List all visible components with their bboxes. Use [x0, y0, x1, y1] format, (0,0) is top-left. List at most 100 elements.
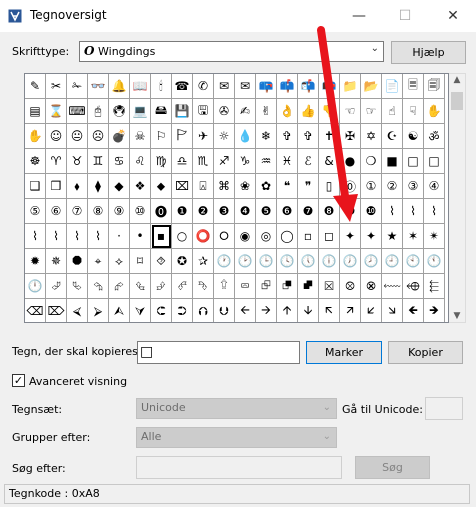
glyph-cell[interactable]: 🕔: [298, 249, 319, 274]
glyph-cell[interactable]: 🖰: [88, 99, 109, 124]
glyph-cell[interactable]: 🕑: [235, 249, 256, 274]
glyph-cell[interactable]: ⬱: [424, 274, 445, 299]
glyph-cell[interactable]: ⓪: [340, 174, 361, 199]
copy-button[interactable]: Kopier: [388, 341, 463, 364]
glyph-cell[interactable]: ❶: [172, 199, 193, 224]
glyph-cell[interactable]: 🕙: [403, 249, 424, 274]
glyph-cell[interactable]: ⌇: [403, 199, 424, 224]
glyph-cell[interactable]: 🕖: [340, 249, 361, 274]
glyph-cell[interactable]: 🕒: [256, 249, 277, 274]
glyph-cell[interactable]: ❼: [298, 199, 319, 224]
glyph-cell[interactable]: ✇: [214, 99, 235, 124]
glyph-cell[interactable]: 🕚: [424, 249, 445, 274]
glyph-cell[interactable]: ⑧: [88, 199, 109, 224]
glyph-cell[interactable]: ⬥: [151, 174, 172, 199]
glyph-cell[interactable]: 👍: [298, 99, 319, 124]
glyph-cell[interactable]: ♋: [109, 149, 130, 174]
glyph-cell[interactable]: 🕯: [151, 74, 172, 99]
glyph-cell[interactable]: &: [319, 149, 340, 174]
glyph-cell[interactable]: ☯: [403, 124, 424, 149]
glyph-cell[interactable]: ⭕: [193, 224, 214, 249]
glyph-cell[interactable]: ⬧: [67, 174, 88, 199]
glyph-cell[interactable]: 📭: [319, 74, 340, 99]
glyph-cell[interactable]: ✦: [340, 224, 361, 249]
glyph-cell[interactable]: 🖴: [151, 99, 172, 124]
glyph-cell[interactable]: ❸: [214, 199, 235, 224]
glyph-cell[interactable]: ♍: [151, 149, 172, 174]
glyph-cell[interactable]: 🕓: [277, 249, 298, 274]
glyph-cell[interactable]: ⮲: [88, 274, 109, 299]
glyph-cell[interactable]: 💻: [130, 99, 151, 124]
glyph-cell[interactable]: ▪: [151, 224, 172, 249]
glyph-cell[interactable]: 🗐: [424, 74, 445, 99]
glyph-cell[interactable]: ⮈: [151, 299, 172, 322]
glyph-cell[interactable]: ⮿: [361, 274, 382, 299]
glyph-cell[interactable]: ⮉: [193, 299, 214, 322]
glyph-cell[interactable]: ❖: [130, 174, 151, 199]
glyph-cell[interactable]: ✁: [67, 74, 88, 99]
character-grid[interactable]: ✎ ✂ ✁ 👓 🔔 📖 🕯 ☎ ✆ ✉ ✉ 📪 📫 📬 📭 📁 📂 📄 🗏 🗐 ▤ ⌛ ⌨ 🖰 🖲 💻 🖴 💾 🖫 ✇ ✍ ✌ 👌 👍 👎 ☜ ☞ ☝ ☟ ✋…: [24, 73, 449, 323]
glyph-cell[interactable]: 🗏: [403, 74, 424, 99]
glyph-cell[interactable]: ④: [424, 174, 445, 199]
maximize-button[interactable]: ☐: [382, 0, 428, 32]
glyph-cell[interactable]: ✰: [193, 249, 214, 274]
glyph-cell[interactable]: ◆: [109, 174, 130, 199]
glyph-cell[interactable]: ✉: [235, 74, 256, 99]
glyph-cell[interactable]: ◻: [319, 224, 340, 249]
glyph-cell[interactable]: ▤: [25, 99, 46, 124]
glyph-cell[interactable]: ✌: [256, 99, 277, 124]
glyph-grid[interactable]: ✎ ✂ ✁ 👓 🔔 📖 🕯 ☎ ✆ ✉ ✉ 📪 📫 📬 📭 📁 📂 📄 🗏 🗐 ▤ ⌛ ⌨ 🖰 🖲 💻 🖴 💾 🖫 ✇ ✍ ✌ 👌 👍 👎 ☜ ☞ ☝ ☟ ✋…: [25, 74, 445, 322]
glyph-cell[interactable]: ⑤: [25, 199, 46, 224]
glyph-cell[interactable]: ⮊: [172, 299, 193, 322]
charset-select[interactable]: Unicode ⌄: [136, 398, 337, 419]
glyph-cell[interactable]: ❑: [25, 174, 46, 199]
glyph-cell[interactable]: ①: [361, 174, 382, 199]
glyph-cell[interactable]: ❾: [340, 199, 361, 224]
glyph-cell[interactable]: ✂: [46, 74, 67, 99]
glyph-cell[interactable]: ■: [382, 149, 403, 174]
glyph-cell[interactable]: ✞: [298, 124, 319, 149]
glyph-cell[interactable]: 🡩: [277, 299, 298, 322]
goto-unicode-input[interactable]: [425, 397, 463, 420]
minimize-button[interactable]: —: [336, 0, 382, 32]
grid-scrollbar[interactable]: ▲ ▼: [449, 73, 466, 323]
glyph-cell[interactable]: 🡨: [235, 299, 256, 322]
glyph-cell[interactable]: ⚐: [151, 124, 172, 149]
glyph-cell[interactable]: ⮽: [319, 274, 340, 299]
glyph-cell[interactable]: ⑩: [130, 199, 151, 224]
glyph-cell[interactable]: ⬲: [403, 274, 424, 299]
glyph-cell[interactable]: 💣: [109, 124, 130, 149]
glyph-cell[interactable]: ❀: [235, 174, 256, 199]
glyph-cell[interactable]: ✹: [25, 249, 46, 274]
glyph-cell[interactable]: ☝: [382, 99, 403, 124]
glyph-cell[interactable]: ⟡: [109, 249, 130, 274]
glyph-cell[interactable]: ☺: [46, 124, 67, 149]
search-button[interactable]: Søg: [355, 456, 430, 479]
glyph-cell[interactable]: ⌇: [25, 224, 46, 249]
glyph-cell[interactable]: □: [403, 149, 424, 174]
glyph-cell[interactable]: ✝: [319, 124, 340, 149]
glyph-cell[interactable]: ⌇: [424, 199, 445, 224]
help-button[interactable]: Hjælp: [391, 41, 466, 64]
glyph-cell[interactable]: ♎: [172, 149, 193, 174]
glyph-cell[interactable]: 🕐: [214, 249, 235, 274]
glyph-cell[interactable]: ✍: [235, 99, 256, 124]
search-input[interactable]: [136, 456, 342, 479]
glyph-cell[interactable]: 🔔: [109, 74, 130, 99]
glyph-cell[interactable]: ❹: [235, 199, 256, 224]
glyph-cell[interactable]: ✿: [256, 174, 277, 199]
glyph-cell[interactable]: ⌑: [130, 249, 151, 274]
glyph-cell[interactable]: ⮴: [130, 274, 151, 299]
glyph-cell[interactable]: 📫: [277, 74, 298, 99]
glyph-cell[interactable]: ☜: [340, 99, 361, 124]
glyph-cell[interactable]: ❞: [298, 174, 319, 199]
glyph-cell[interactable]: 📖: [130, 74, 151, 99]
glyph-cell[interactable]: ⮳: [109, 274, 130, 299]
glyph-cell[interactable]: ⌫: [25, 299, 46, 322]
glyph-cell[interactable]: ·: [109, 224, 130, 249]
glyph-cell[interactable]: 🏱: [172, 124, 193, 149]
glyph-cell[interactable]: 😐: [67, 124, 88, 149]
glyph-cell[interactable]: ❒: [46, 174, 67, 199]
glyph-cell[interactable]: ○: [172, 224, 193, 249]
glyph-cell[interactable]: ⑥: [46, 199, 67, 224]
